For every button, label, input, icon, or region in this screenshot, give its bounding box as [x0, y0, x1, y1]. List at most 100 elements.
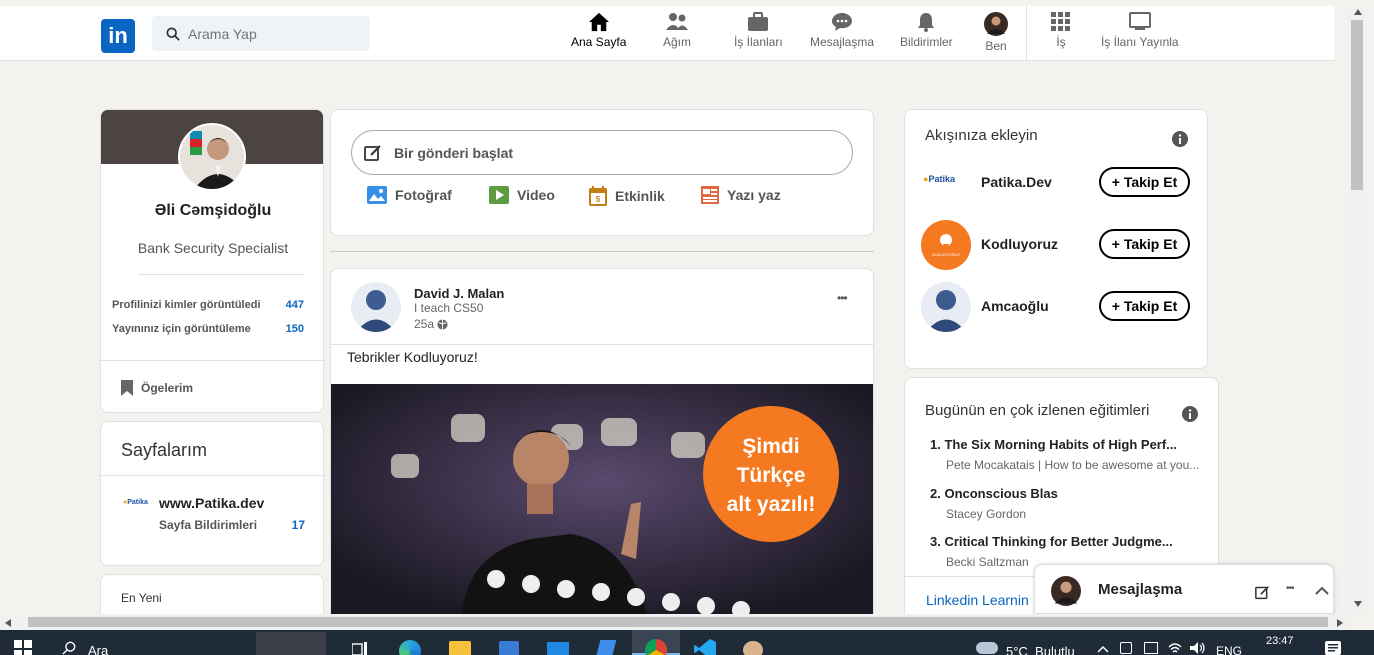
compose-icon — [364, 144, 381, 161]
post-author-name[interactable]: David J. Malan — [414, 286, 504, 301]
post-timestamp: 25a — [414, 317, 448, 331]
nav-me[interactable]: Ben — [984, 12, 1008, 53]
nav-jobs-label: İş İlanları — [734, 35, 783, 49]
vertical-scrollbar[interactable] — [1348, 6, 1366, 614]
volume-icon[interactable] — [1190, 642, 1206, 654]
wifi-icon[interactable] — [1168, 642, 1182, 654]
author-avatar[interactable] — [351, 282, 401, 332]
tray-app-icon[interactable] — [1120, 642, 1132, 654]
scroll-left-arrow-icon[interactable] — [5, 619, 11, 627]
follow-button[interactable]: + Takip Et — [1099, 167, 1190, 197]
linkedin-learning-link[interactable]: Linkedin Learnin — [926, 592, 1029, 608]
nav-notifications[interactable]: Bildirimler — [900, 12, 953, 49]
start-post-placeholder: Bir gönderi başlat — [394, 144, 514, 161]
post-image[interactable]: Şimdi Türkçe alt yazılı! — [331, 384, 873, 628]
article-icon — [701, 186, 719, 204]
video-button[interactable]: Video — [489, 186, 555, 204]
suggestion-name[interactable]: Kodluyoruz — [981, 236, 1058, 252]
event-button-label: Etkinlik — [615, 188, 665, 204]
nav-home-label: Ana Sayfa — [571, 35, 627, 49]
nav-notifications-label: Bildirimler — [900, 35, 953, 49]
job-post-icon — [1128, 12, 1151, 30]
info-icon[interactable] — [1182, 406, 1198, 422]
horizontal-scroll-thumb[interactable] — [28, 617, 1328, 627]
stat-profile-views[interactable]: Profilinizi kimler görüntüledi 447 — [112, 299, 304, 311]
saved-items-link[interactable]: Ögelerim — [121, 380, 193, 396]
page-notifications[interactable]: Sayfa Bildirimleri 17 — [159, 518, 305, 532]
scroll-up-arrow-icon[interactable] — [1354, 9, 1362, 15]
nav-me-label: Ben — [985, 39, 1007, 53]
chat-icon — [832, 13, 853, 31]
chrome-icon — [645, 639, 667, 655]
patika-logo: ●Patika — [923, 174, 955, 184]
write-article-label: Yazı yaz — [727, 187, 781, 203]
photo-button[interactable]: Fotoğraf — [367, 186, 452, 204]
profile-name[interactable]: Əli Cəmşidoğlu — [101, 202, 323, 220]
messaging-menu-button[interactable]: ••• — [1286, 583, 1294, 594]
course-item[interactable]: 2. Onconscious Blas Stacey Gordon — [930, 486, 1058, 521]
search-input[interactable] — [188, 25, 358, 42]
task-view-icon[interactable] — [352, 642, 368, 655]
chrome-taskbar-button[interactable] — [632, 630, 680, 655]
search-box[interactable] — [152, 16, 370, 51]
nav-jobs[interactable]: İş İlanları — [734, 12, 783, 49]
compose-message-icon[interactable] — [1255, 585, 1270, 600]
course-item[interactable]: 1. The Six Morning Habits of High Perf..… — [930, 437, 1199, 472]
recent-title[interactable]: En Yeni — [121, 591, 162, 605]
info-icon[interactable] — [1172, 131, 1188, 147]
profile-photo[interactable] — [178, 123, 246, 191]
taskbar-search-icon[interactable] — [62, 641, 76, 655]
windows-start-icon[interactable] — [14, 640, 32, 655]
language-indicator[interactable]: ENG — [1216, 644, 1242, 655]
post-menu-button[interactable]: ••• — [837, 291, 848, 305]
paint-icon[interactable] — [743, 641, 763, 655]
scroll-right-arrow-icon[interactable] — [1337, 619, 1343, 627]
course-title: 1. The Six Morning Habits of High Perf..… — [930, 437, 1178, 452]
divider — [101, 475, 323, 476]
stat-post-views[interactable]: Yayınınız için görüntüleme 150 — [112, 323, 304, 335]
taskbar-search-text[interactable]: Ara — [88, 643, 108, 655]
clock-time[interactable]: 23:47 — [1266, 635, 1294, 647]
stat-label: Yayınınız için görüntüleme — [112, 323, 251, 335]
file-explorer-icon[interactable] — [449, 641, 471, 655]
follow-button[interactable]: + Takip Et — [1099, 229, 1190, 259]
nav-home[interactable]: Ana Sayfa — [571, 12, 626, 49]
event-button[interactable]: 5 Etkinlik — [589, 186, 665, 206]
people-icon — [666, 13, 688, 30]
course-author: Stacey Gordon — [946, 507, 1027, 521]
svg-text:5: 5 — [596, 195, 601, 204]
horizontal-scrollbar[interactable] — [0, 614, 1348, 630]
mail-icon[interactable] — [547, 642, 569, 655]
photo-button-label: Fotoğraf — [395, 187, 452, 203]
chevron-up-icon[interactable] — [1315, 586, 1329, 596]
linkedin-logo[interactable]: in — [101, 19, 135, 53]
suggestion-name[interactable]: Amcaoğlu — [981, 298, 1049, 314]
nav-messaging[interactable]: Mesajlaşma — [810, 12, 874, 49]
suggestion-name[interactable]: Patika.Dev — [981, 174, 1052, 190]
kodluyoruz-logo: KODLUYORUZ — [921, 220, 971, 270]
nav-post-job[interactable]: İş İlanı Yayınla — [1101, 12, 1179, 49]
messaging-bar[interactable]: Mesajlaşma ••• — [1034, 564, 1334, 614]
notifications-center-icon[interactable] — [1325, 641, 1341, 655]
network-icon[interactable] — [1144, 642, 1158, 654]
write-article-button[interactable]: Yazı yaz — [701, 186, 781, 204]
store-icon[interactable] — [499, 641, 519, 655]
photo-icon — [367, 186, 387, 204]
stat-label: Profilinizi kimler görüntüledi — [112, 299, 261, 311]
post-text: Tebrikler Kodluyoruz! — [347, 349, 478, 365]
start-post-button[interactable]: Bir gönderi başlat — [351, 130, 853, 175]
scroll-down-arrow-icon[interactable] — [1354, 601, 1362, 607]
nav-work[interactable]: İş — [1051, 12, 1071, 49]
nav-work-label: İş — [1056, 35, 1066, 49]
vscode-icon[interactable] — [694, 639, 716, 655]
follow-button[interactable]: + Takip Et — [1099, 291, 1190, 321]
page-name-link[interactable]: www.Patika.dev — [159, 495, 264, 511]
edge-browser-icon[interactable] — [399, 640, 421, 655]
nav-network[interactable]: Ağım — [663, 12, 691, 49]
weather-text[interactable]: 5°C Bulutlu — [1006, 644, 1075, 655]
video-button-label: Video — [517, 187, 555, 203]
vertical-scroll-thumb[interactable] — [1351, 20, 1363, 190]
system-tray-chevron-icon[interactable] — [1097, 645, 1109, 653]
nav-post-job-label: İş İlanı Yayınla — [1101, 35, 1179, 49]
app-icon[interactable] — [595, 640, 617, 655]
